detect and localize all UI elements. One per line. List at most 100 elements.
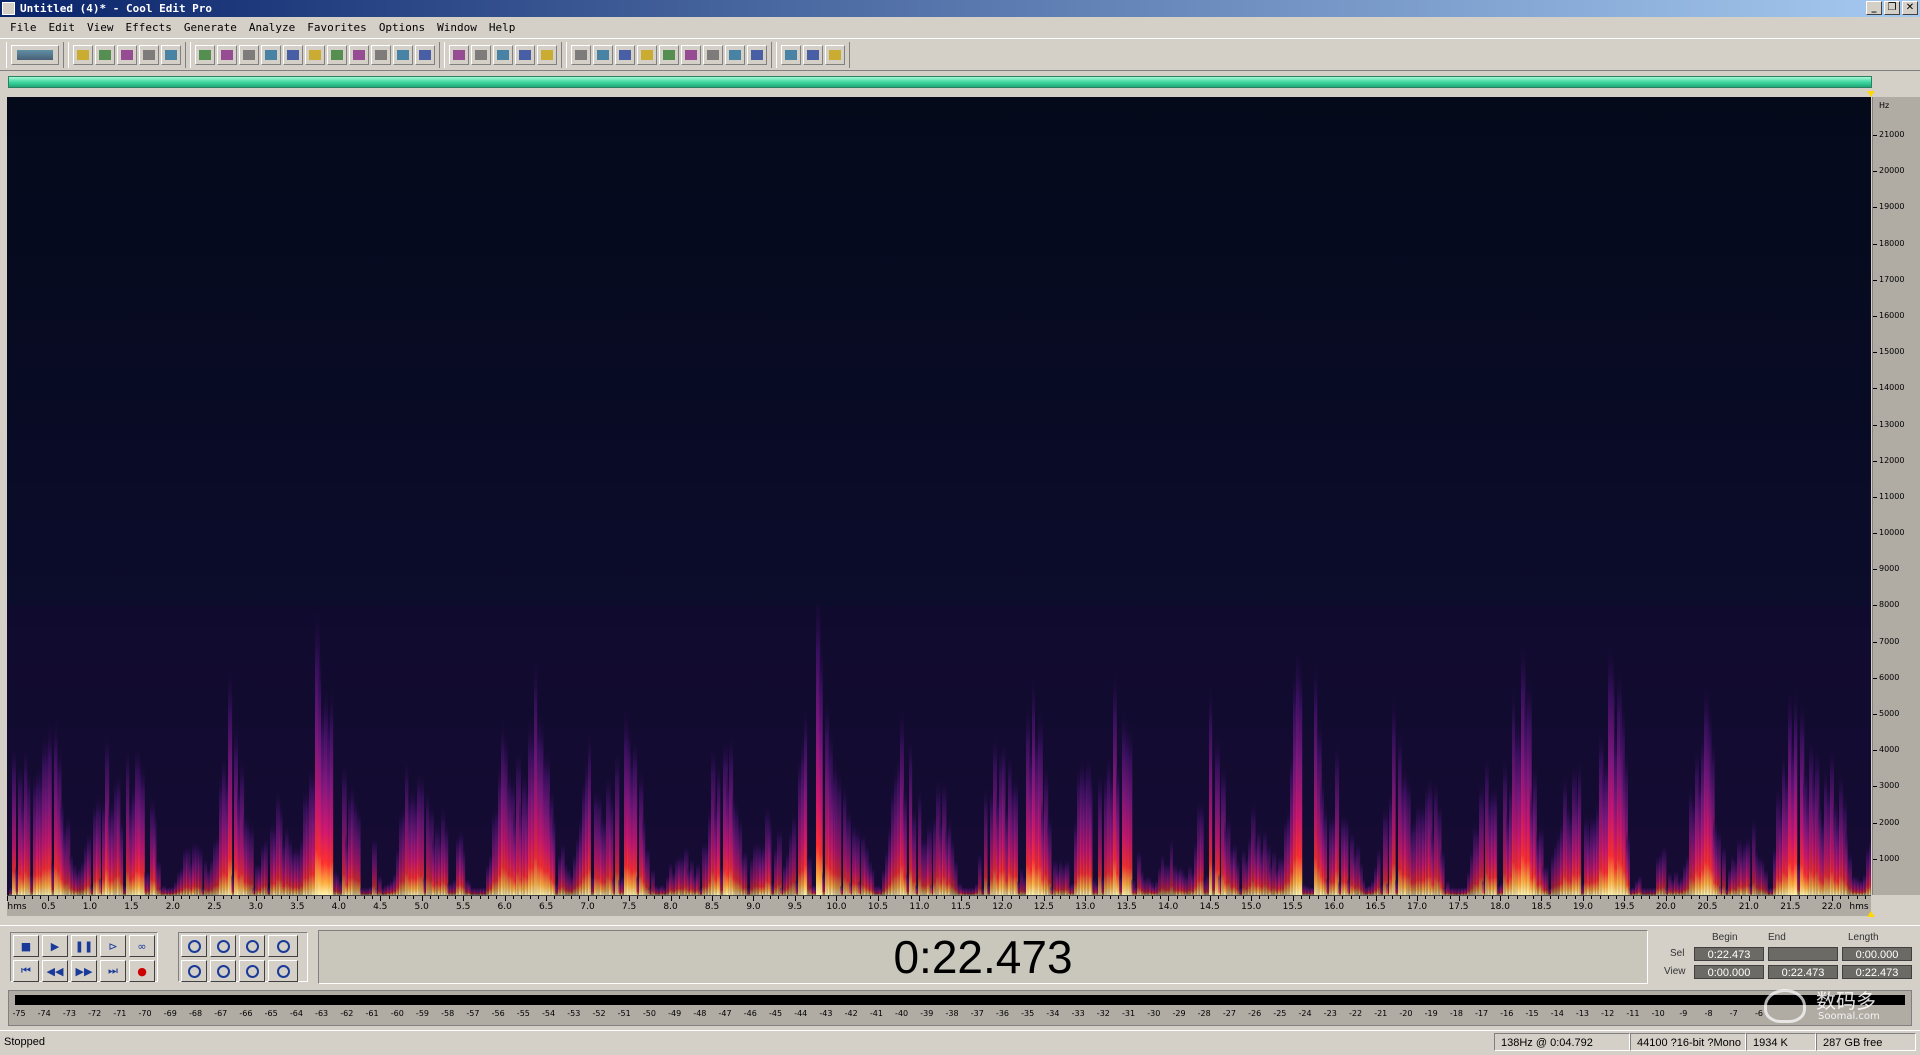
spectral-energy-column xyxy=(1452,887,1456,895)
close-button[interactable]: ✕ xyxy=(1902,1,1918,15)
menu-favorites[interactable]: Favorites xyxy=(301,18,373,37)
spectral-energy-column xyxy=(969,887,973,895)
undo-button[interactable] xyxy=(195,44,215,65)
spectral-view[interactable] xyxy=(7,97,1871,895)
spectral-energy-column xyxy=(600,811,604,895)
envelope-button[interactable] xyxy=(471,44,491,65)
waveform-view-button[interactable] xyxy=(571,44,591,65)
time-label: 10.5 xyxy=(867,902,888,912)
view-length-field[interactable]: 0:22.473 xyxy=(1842,965,1912,979)
frequency-label: 6000 xyxy=(1879,672,1900,682)
fast-forward-button[interactable]: ▶▶ xyxy=(71,960,97,982)
time-tick xyxy=(305,896,307,899)
spectral-energy-column xyxy=(891,784,895,895)
level-meter[interactable]: -75 -74 -73 -72 -71 -70 -69 -68 -67 -66 -65 -64 -63 -… xyxy=(8,990,1912,1026)
app-icon[interactable] xyxy=(2,2,15,15)
menu-window[interactable]: Window xyxy=(431,18,483,37)
rewind-button[interactable]: ◀◀ xyxy=(42,960,68,982)
zoom-in-vertical-button[interactable] xyxy=(268,935,298,957)
zoom-out-button[interactable] xyxy=(210,935,236,957)
help-button[interactable] xyxy=(825,44,845,65)
zoom-right-button[interactable] xyxy=(210,960,236,982)
mix-paste-button[interactable] xyxy=(371,44,391,65)
repeat-button[interactable] xyxy=(239,44,259,65)
menu-help[interactable]: Help xyxy=(483,18,522,37)
frequency-ruler[interactable]: Hz 21000 20000 19000 18000 17000 16000 15000 14… xyxy=(1872,97,1920,895)
sel-end-field[interactable] xyxy=(1768,947,1838,961)
spectral-view-button[interactable] xyxy=(593,44,613,65)
cue-list-button[interactable] xyxy=(725,44,745,65)
menu-generate[interactable]: Generate xyxy=(178,18,243,37)
redo-button[interactable] xyxy=(217,44,237,65)
time-tick xyxy=(313,896,315,899)
loop-button[interactable]: ∞ xyxy=(129,935,155,957)
go-to-end-button[interactable]: ⏭ xyxy=(100,960,126,982)
menu-edit[interactable]: Edit xyxy=(43,18,82,37)
settings-button[interactable] xyxy=(781,44,801,65)
time-tick xyxy=(1392,896,1394,899)
play-button[interactable]: ▶ xyxy=(42,935,68,957)
spectral-energy-column xyxy=(771,881,775,895)
view-end-field[interactable]: 0:22.473 xyxy=(1768,965,1838,979)
snap-button[interactable] xyxy=(703,44,723,65)
menu-options[interactable]: Options xyxy=(373,18,431,37)
spectrogram-canvas[interactable] xyxy=(7,97,1871,895)
copy-new-button[interactable] xyxy=(283,44,303,65)
multitrack-toggle-button[interactable] xyxy=(11,44,59,65)
minimize-button[interactable]: _ xyxy=(1866,1,1882,15)
grid2-button[interactable] xyxy=(515,44,535,65)
grid3-button[interactable] xyxy=(537,44,557,65)
zoom-window-button[interactable] xyxy=(659,44,679,65)
record-button[interactable]: ● xyxy=(129,960,155,982)
zoom-selection-button[interactable] xyxy=(239,960,265,982)
spectral-alt-icon xyxy=(619,49,631,60)
view-begin-field[interactable]: 0:00.000 xyxy=(1694,965,1764,979)
end-marker-bottom[interactable] xyxy=(1867,911,1875,917)
time-display[interactable]: 0:22.473 xyxy=(318,930,1648,984)
time-format-button[interactable] xyxy=(681,44,701,65)
zoom-full-button[interactable] xyxy=(239,935,265,957)
draw-tool-button[interactable] xyxy=(449,44,469,65)
paste-button[interactable] xyxy=(327,44,347,65)
menu-view[interactable]: View xyxy=(81,18,120,37)
menu-file[interactable]: File xyxy=(4,18,43,37)
spectral-energy-column xyxy=(363,887,367,895)
overview-range-bar[interactable] xyxy=(8,76,1872,88)
zoom-out-vertical-button[interactable] xyxy=(268,960,298,982)
hscroll-button[interactable] xyxy=(747,44,767,65)
sel-length-field[interactable]: 0:00.000 xyxy=(1842,947,1912,961)
time-tick xyxy=(1176,896,1178,899)
pause-button[interactable]: ❚❚ xyxy=(71,935,97,957)
play-to-end-button[interactable]: ⊳ xyxy=(100,935,126,957)
save-all-button[interactable] xyxy=(139,44,159,65)
sel-begin-field[interactable]: 0:22.473 xyxy=(1694,947,1764,961)
spectral-energy-column xyxy=(1785,767,1789,895)
paste-new-button[interactable] xyxy=(349,44,369,65)
level-meter-label: -71 xyxy=(113,1009,127,1018)
save-selection-button[interactable] xyxy=(161,44,181,65)
menu-effects[interactable]: Effects xyxy=(120,18,178,37)
play-selection-button[interactable] xyxy=(415,44,435,65)
cut-button[interactable] xyxy=(305,44,325,65)
stop-button[interactable]: ■ xyxy=(13,935,39,957)
maximize-button[interactable]: ❐ xyxy=(1884,1,1900,15)
edit-button[interactable] xyxy=(803,44,823,65)
open-file-button[interactable] xyxy=(95,44,115,65)
copy-button[interactable] xyxy=(261,44,281,65)
time-tick xyxy=(1582,896,1584,901)
new-file-button[interactable] xyxy=(73,44,93,65)
grid-button[interactable] xyxy=(493,44,513,65)
menu-analyze[interactable]: Analyze xyxy=(243,18,301,37)
go-to-start-button[interactable]: ⏮ xyxy=(13,960,39,982)
time-ruler[interactable]: hms hms 0.5 1.0 1.5 2.0 2.5 3.0 3.5 4.0 4.5 5.0 5.… xyxy=(7,895,1871,916)
trim-button[interactable] xyxy=(393,44,413,65)
level-meter-label: -43 xyxy=(819,1009,833,1018)
time-tick xyxy=(98,896,100,899)
zoom-in-button[interactable] xyxy=(181,935,207,957)
spectral-energy-column xyxy=(843,783,847,895)
save-button[interactable] xyxy=(117,44,137,65)
spectral-alt-button[interactable] xyxy=(615,44,635,65)
time-tick xyxy=(1707,896,1709,901)
play-list-button[interactable] xyxy=(637,44,657,65)
zoom-left-button[interactable] xyxy=(181,960,207,982)
